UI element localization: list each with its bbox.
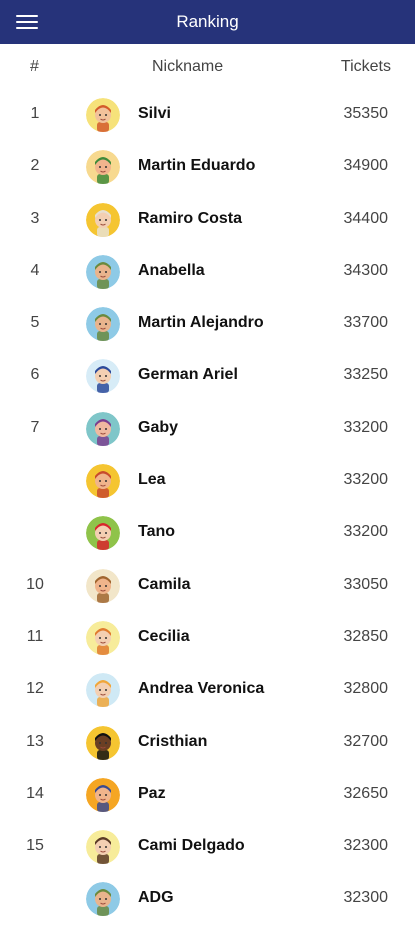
avatar-icon <box>86 777 120 812</box>
avatar <box>86 882 120 917</box>
nickname: Lea <box>138 471 166 489</box>
avatar <box>86 725 120 760</box>
avatar-icon <box>86 673 120 708</box>
ranking-list: 1 Silvi 35350 2 Martin Eduardo 34900 3 Ramiro C… <box>0 89 415 926</box>
rank-number: 12 <box>26 680 44 698</box>
ticket-count: 33050 <box>343 575 389 593</box>
rank-number: 13 <box>26 732 44 750</box>
avatar <box>86 150 120 185</box>
ranking-row[interactable]: 15 Cami Delgado 32300 <box>0 821 415 873</box>
ranking-row[interactable]: 7 Gaby 33200 <box>0 403 415 455</box>
ranking-row[interactable]: 13 Cristhian 32700 <box>0 717 415 769</box>
ticket-count: 33200 <box>343 471 389 489</box>
app-bar: Ranking <box>0 0 415 44</box>
ranking-row[interactable]: 4 Anabella 34300 <box>0 246 415 298</box>
nickname: Andrea Veronica <box>138 680 265 698</box>
avatar-icon <box>86 620 120 655</box>
nickname: Martin Eduardo <box>138 157 256 175</box>
avatar-icon <box>86 411 120 446</box>
ticket-count: 32800 <box>343 680 389 698</box>
nickname: Gaby <box>138 418 179 436</box>
rank-number: 2 <box>30 157 40 175</box>
ticket-count: 32650 <box>343 784 389 802</box>
avatar <box>86 254 120 289</box>
rank-number: 11 <box>26 627 44 645</box>
rank-number: 15 <box>26 837 44 855</box>
nickname: Silvi <box>138 105 171 122</box>
rank-number: 10 <box>26 575 44 593</box>
avatar-icon <box>86 254 120 289</box>
rank-number: 14 <box>26 784 44 802</box>
nickname: Tano <box>138 523 176 541</box>
avatar-icon <box>86 516 120 551</box>
ranking-row[interactable]: Tano 33200 <box>0 507 415 559</box>
avatar <box>86 673 120 708</box>
avatar-icon <box>86 882 120 917</box>
avatar <box>86 568 120 603</box>
nickname: Cami Delgado <box>138 837 245 855</box>
column-header-nickname: Nickname <box>152 58 224 75</box>
ranking-row[interactable]: 14 Paz 32650 <box>0 769 415 821</box>
ranking-row[interactable]: Lea 33200 <box>0 455 415 507</box>
column-header-tickets: Tickets <box>340 58 391 75</box>
column-header-row: # Nickname Tickets <box>0 58 415 78</box>
ticket-count: 33200 <box>343 523 389 541</box>
avatar <box>86 307 120 342</box>
ticket-count: 32850 <box>343 627 389 645</box>
avatar-icon <box>86 150 120 185</box>
rank-number: 7 <box>30 418 40 436</box>
nickname: Ramiro Costa <box>138 209 243 227</box>
ticket-count: 32300 <box>343 889 389 907</box>
ticket-count: 32300 <box>343 837 389 855</box>
rank-number: 4 <box>30 261 40 279</box>
avatar <box>86 202 120 237</box>
avatar <box>86 98 120 132</box>
ticket-count: 33700 <box>343 314 389 332</box>
nickname: Cecilia <box>138 627 190 645</box>
ranking-row[interactable]: 11 Cecilia 32850 <box>0 612 415 664</box>
avatar-icon <box>86 202 120 237</box>
column-header-rank: # <box>30 58 39 75</box>
avatar-icon <box>86 568 120 603</box>
avatar <box>86 359 120 394</box>
nickname: Camila <box>138 575 191 593</box>
ticket-count: 34900 <box>343 157 389 175</box>
avatar <box>86 516 120 551</box>
nickname: German Ariel <box>138 366 238 384</box>
avatar-icon <box>86 830 120 865</box>
nickname: ADG <box>138 889 174 907</box>
ranking-row[interactable]: 1 Silvi 35350 <box>0 89 415 141</box>
ticket-count: 35350 <box>343 105 389 122</box>
ranking-row[interactable]: 5 Martin Alejandro 33700 <box>0 298 415 350</box>
nickname: Cristhian <box>138 732 208 750</box>
ticket-count: 32700 <box>343 732 389 750</box>
avatar-icon <box>86 307 120 342</box>
rank-number: 3 <box>30 209 40 227</box>
avatar-icon <box>86 464 120 499</box>
avatar <box>86 464 120 499</box>
ranking-row[interactable]: 12 Andrea Veronica 32800 <box>0 664 415 716</box>
nickname: Paz <box>138 784 166 802</box>
avatar <box>86 777 120 812</box>
nickname: Anabella <box>138 261 205 279</box>
ranking-row[interactable]: 2 Martin Eduardo 34900 <box>0 141 415 193</box>
ticket-count: 34300 <box>343 261 389 279</box>
ranking-row[interactable]: 10 Camila 33050 <box>0 560 415 612</box>
avatar <box>86 830 120 865</box>
rank-number: 1 <box>30 105 40 122</box>
avatar <box>86 620 120 655</box>
ticket-count: 34400 <box>343 209 389 227</box>
avatar-icon <box>86 98 120 132</box>
ticket-count: 33200 <box>343 418 389 436</box>
nickname: Martin Alejandro <box>138 314 264 332</box>
avatar-icon <box>86 725 120 760</box>
ranking-row[interactable]: 6 German Ariel 33250 <box>0 350 415 402</box>
rank-number: 5 <box>30 314 40 332</box>
ticket-count: 33250 <box>343 366 389 384</box>
page-title: Ranking <box>176 12 239 31</box>
rank-number: 6 <box>30 366 40 384</box>
avatar-icon <box>86 359 120 394</box>
avatar <box>86 411 120 446</box>
ranking-row[interactable]: 3 Ramiro Costa 34400 <box>0 194 415 246</box>
